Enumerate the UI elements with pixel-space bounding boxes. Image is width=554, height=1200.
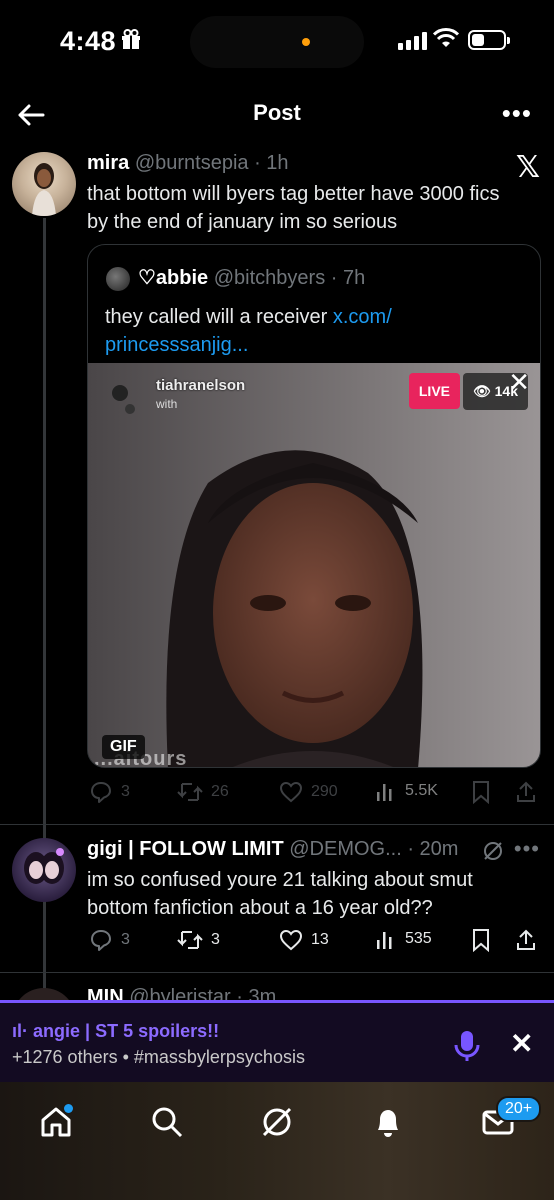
spaces-subtitle: +1276 others • #massbylerpsychosis: [12, 1047, 305, 1067]
bookmark-icon: [473, 781, 489, 804]
author-name[interactable]: mira: [87, 152, 129, 174]
orange-dot-indicator: [302, 38, 310, 46]
reply-author-name[interactable]: gigi | FOLLOW LIMIT: [87, 838, 284, 860]
repost-button[interactable]: 26: [177, 780, 229, 804]
heart-icon: [279, 781, 303, 803]
bookmark-button[interactable]: [471, 780, 491, 804]
quote-tweet[interactable]: ♡abbie @bitchbyers · 7h they called will…: [87, 244, 541, 768]
signal-icon: [398, 32, 427, 50]
dynamic-island: [190, 16, 364, 68]
reply-more-icon[interactable]: •••: [514, 836, 540, 862]
views-icon: [377, 784, 392, 801]
streamer-sub: with: [156, 397, 178, 411]
gift-icon: [120, 28, 142, 56]
repost-icon: [177, 783, 203, 801]
tab-notifications[interactable]: [370, 1104, 406, 1140]
share-icon: [517, 929, 535, 950]
streamer-name: tiahranelson: [156, 377, 246, 394]
microphone-icon[interactable]: [452, 1029, 482, 1063]
share-button[interactable]: [515, 928, 537, 952]
x-logo-icon: 𝕏: [515, 150, 540, 185]
quote-text: they called will a receiver x.com/ princ…: [105, 303, 525, 359]
streamer-avatar-icon: [106, 379, 146, 419]
spaces-title-text: angie | ST 5 spoilers!!: [33, 1021, 220, 1041]
quote-author-name: ♡abbie: [138, 267, 209, 289]
main-tweet-actions: 3 26 290 5.5K: [87, 778, 541, 808]
views-count: 5.5K: [405, 782, 438, 799]
gif-badge: GIF: [102, 735, 145, 759]
avatar[interactable]: [12, 838, 76, 902]
repost-count: 26: [211, 783, 229, 800]
grok-icon[interactable]: [482, 840, 504, 862]
reply-header: gigi | FOLLOW LIMIT @DEMOG... · 20m: [87, 838, 459, 860]
status-time: 4:48: [60, 26, 117, 56]
reply-count: 3: [121, 931, 130, 948]
heart-icon: [279, 929, 303, 951]
tweet-header: mira @burntsepia · 1h: [87, 152, 289, 174]
repost-count: 3: [211, 931, 220, 948]
media-image: [88, 363, 540, 767]
close-icon[interactable]: ✕: [510, 1027, 533, 1060]
top-bar: Post •••: [0, 86, 554, 144]
wifi-icon: [432, 28, 460, 55]
quote-header: ♡abbie @bitchbyers · 7h: [138, 267, 366, 289]
reply-text: im so confused youre 21 talking about sm…: [87, 869, 473, 919]
page-title: Post: [253, 100, 301, 125]
like-count: 290: [311, 783, 338, 800]
reply-button[interactable]: 3: [89, 928, 130, 952]
gif-media[interactable]: tiahranelson with LIVE 👁 14k ✕ ...aitour…: [88, 363, 540, 767]
quote-body: they called will a receiver: [105, 306, 333, 328]
battery-icon: [468, 30, 510, 50]
live-badge: LIVE: [408, 373, 460, 409]
reply-count: 3: [121, 783, 130, 800]
bookmark-icon: [473, 929, 489, 952]
reply-icon: [91, 782, 111, 803]
views-button[interactable]: 535: [375, 928, 432, 950]
divider: [0, 824, 554, 825]
like-button[interactable]: 13: [279, 928, 329, 952]
home-notification-dot: [64, 1104, 73, 1113]
repost-button[interactable]: 3: [177, 928, 220, 952]
audio-wave-icon: ıl·: [12, 1021, 28, 1041]
media-close-icon: ✕: [508, 367, 530, 397]
reply-icon: [91, 930, 111, 951]
divider: [0, 972, 554, 973]
reply-time: 20m: [419, 838, 459, 860]
spaces-title: ıl· angie | ST 5 spoilers!!: [12, 1021, 219, 1042]
quote-author-handle: @bitchbyers: [213, 267, 326, 289]
views-count: 535: [405, 930, 432, 947]
grok-icon: [262, 1107, 292, 1137]
tab-search[interactable]: [149, 1104, 185, 1140]
like-button[interactable]: 290: [279, 780, 338, 804]
search-icon: [152, 1107, 183, 1138]
tweet-text: that bottom will byers tag better have 3…: [87, 183, 500, 233]
reply-button[interactable]: 3: [89, 780, 130, 804]
views-button[interactable]: 5.5K: [375, 780, 438, 802]
bookmark-button[interactable]: [471, 928, 491, 952]
tweet-time: 1h: [266, 152, 289, 174]
author-handle[interactable]: @burntsepia: [135, 152, 249, 174]
views-icon: [377, 932, 392, 949]
tab-bar: 20+: [0, 1082, 554, 1200]
repost-icon: [177, 931, 203, 949]
spaces-bar[interactable]: ıl· angie | ST 5 spoilers!! +1276 others…: [0, 1000, 554, 1082]
share-icon: [517, 781, 535, 802]
status-bar: 4:48: [0, 0, 554, 86]
more-options-icon[interactable]: •••: [502, 98, 532, 129]
quote-avatar: [106, 267, 130, 291]
reply-actions: 3 3 13 535: [87, 928, 541, 958]
avatar[interactable]: [12, 152, 76, 216]
bell-icon: [378, 1110, 398, 1137]
share-button[interactable]: [515, 780, 537, 804]
like-count: 13: [311, 931, 329, 948]
messages-badge: 20+: [496, 1096, 542, 1122]
reply-author-handle[interactable]: @DEMOG...: [289, 838, 402, 860]
quote-time: 7h: [342, 267, 366, 289]
tab-grok[interactable]: [259, 1104, 295, 1140]
